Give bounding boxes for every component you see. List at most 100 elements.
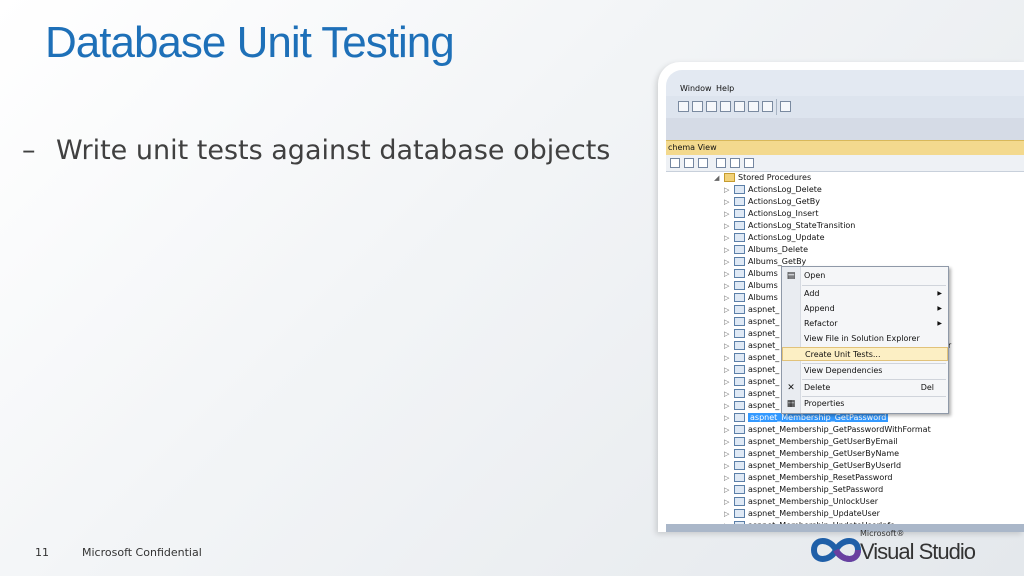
bullet-point: – Write unit tests against database objec… [22, 135, 610, 166]
tree-item[interactable]: ▷ ActionsLog_GetBy [724, 196, 820, 208]
visual-studio-brand: Visual Studio [860, 539, 976, 564]
menu-item-view-in-solution-explorer[interactable]: View File in Solution Explorer [782, 332, 948, 346]
tree-item[interactable]: ▷ aspnet_Membership_UnlockUser [724, 496, 878, 508]
new-icon[interactable] [678, 101, 689, 112]
tree-item[interactable]: ▷ aspnet_ [724, 400, 779, 412]
collapse-arrow-icon[interactable]: ▷ [724, 256, 734, 268]
menu-item-refactor[interactable]: Refactor ▶ [782, 317, 948, 331]
stored-procedure-icon [734, 269, 745, 278]
menu-help[interactable]: Help [716, 84, 734, 93]
collapse-arrow-icon[interactable]: ▷ [724, 352, 734, 364]
save-icon[interactable] [706, 101, 717, 112]
menu-separator [802, 285, 946, 286]
menu-item-view-dependencies[interactable]: View Dependencies [782, 364, 948, 378]
collapse-arrow-icon[interactable]: ▷ [724, 412, 734, 424]
collapse-arrow-icon[interactable]: ▷ [724, 280, 734, 292]
collapse-arrow-icon[interactable]: ▷ [724, 460, 734, 472]
collapse-arrow-icon[interactable]: ▷ [724, 244, 734, 256]
open-icon[interactable] [692, 101, 703, 112]
infinity-accent [833, 548, 861, 562]
properties-icon[interactable] [684, 158, 694, 168]
tree-item[interactable]: ▷ aspnet_Membership_UpdateUser [724, 508, 880, 520]
menu-window[interactable]: Window [680, 84, 712, 93]
tree-item[interactable]: ▷ aspnet_Membership_GetUserByUserId [724, 460, 901, 472]
collapse-arrow-icon[interactable]: ▷ [724, 292, 734, 304]
copy-icon[interactable] [748, 101, 759, 112]
menu-item-properties[interactable]: ▦ Properties [782, 397, 948, 411]
stored-procedure-icon [734, 389, 745, 398]
collapse-arrow-icon[interactable]: ▷ [724, 508, 734, 520]
tree-item[interactable]: ▷ ActionsLog_StateTransition [724, 220, 855, 232]
tree-item[interactable]: ▷ Albums [724, 292, 778, 304]
tree-item[interactable]: ▷ aspnet_Membership_GetUserByName [724, 448, 899, 460]
refresh-icon[interactable] [670, 158, 680, 168]
tree-item[interactable]: ▷ aspnet_ [724, 376, 779, 388]
stored-procedure-icon [734, 233, 745, 242]
undo-icon[interactable] [780, 101, 791, 112]
cut-icon[interactable] [734, 101, 745, 112]
tree-item[interactable]: ▷ aspnet_Membership_SetPassword [724, 484, 883, 496]
tree-item[interactable]: ▷ aspnet_ [724, 304, 779, 316]
collapse-arrow-icon[interactable]: ▷ [724, 400, 734, 412]
stored-procedure-icon [734, 509, 745, 518]
stored-procedure-icon [734, 221, 745, 230]
properties-icon: ▦ [786, 399, 796, 409]
delete-shortcut: Del [920, 383, 934, 392]
collapse-arrow-icon[interactable]: ▷ [724, 472, 734, 484]
tree-item[interactable]: ▷ ActionsLog_Delete [724, 184, 822, 196]
bullet-text: Write unit tests against database object… [56, 135, 611, 166]
delete-x-icon: ✕ [787, 383, 795, 393]
menu-item-create-unit-tests[interactable]: Create Unit Tests... [782, 347, 948, 361]
collapse-arrow-icon[interactable]: ▷ [724, 424, 734, 436]
tree-item[interactable]: ▷ Albums [724, 268, 778, 280]
tree-item[interactable]: ▷ aspnet_ [724, 328, 779, 340]
collapse-arrow-icon[interactable]: ▷ [724, 496, 734, 508]
sort-icon[interactable] [698, 158, 708, 168]
tree-item[interactable]: ▷ aspnet_ [724, 352, 779, 364]
tree-item[interactable]: ▷ aspnet_ [724, 340, 779, 352]
tree-item[interactable]: ▷ aspnet_ [724, 364, 779, 376]
filter-icon[interactable] [716, 158, 726, 168]
collapse-arrow-icon[interactable]: ▷ [724, 196, 734, 208]
tree-item[interactable]: ▷ aspnet_Membership_GetUserByEmail [724, 436, 898, 448]
collapse-arrow-icon[interactable]: ▷ [724, 436, 734, 448]
menu-item-delete[interactable]: ✕ Delete Del [782, 381, 948, 395]
collapse-arrow-icon[interactable]: ▷ [724, 388, 734, 400]
tree-item[interactable]: ▷ aspnet_Membership_GetPasswordWithFormat [724, 424, 931, 436]
collapse-arrow-icon[interactable]: ▷ [724, 220, 734, 232]
collapse-arrow-icon[interactable]: ▷ [724, 328, 734, 340]
tree-item[interactable]: ▷ ActionsLog_Insert [724, 208, 818, 220]
stored-procedure-icon [734, 425, 745, 434]
settings-icon[interactable] [744, 158, 754, 168]
collapse-arrow-icon[interactable]: ▷ [724, 268, 734, 280]
stored-procedure-icon [734, 317, 745, 326]
collapse-arrow-icon[interactable]: ▷ [724, 340, 734, 352]
collapse-arrow-icon[interactable]: ▷ [724, 184, 734, 196]
expand-arrow-icon[interactable]: ◢ [714, 172, 724, 184]
microsoft-brand: Microsoft® [860, 529, 905, 538]
menu-item-append[interactable]: Append ▶ [782, 302, 948, 316]
tree-item[interactable]: ▷ aspnet_ [724, 388, 779, 400]
collapse-arrow-icon[interactable]: ▷ [724, 208, 734, 220]
collapse-arrow-icon[interactable]: ▷ [724, 232, 734, 244]
menu-item-add[interactable]: Add ▶ [782, 287, 948, 301]
collapse-arrow-icon[interactable]: ▷ [724, 448, 734, 460]
save-all-icon[interactable] [720, 101, 731, 112]
tree-item[interactable]: ▷ ActionsLog_Update [724, 232, 824, 244]
collapse-arrow-icon[interactable]: ▷ [724, 364, 734, 376]
paste-icon[interactable] [762, 101, 773, 112]
tree-item[interactable]: ▷ Albums [724, 280, 778, 292]
collapse-arrow-icon[interactable]: ▷ [724, 304, 734, 316]
tree-item[interactable]: ▷ Albums_Delete [724, 244, 808, 256]
tree-item[interactable]: ▷ aspnet_ [724, 316, 779, 328]
folder-icon [724, 173, 735, 182]
tree-folder-stored-procedures[interactable]: ◢ Stored Procedures [714, 172, 811, 184]
collapse-arrow-icon[interactable]: ▷ [724, 484, 734, 496]
collapse-arrow-icon[interactable]: ▷ [724, 316, 734, 328]
menu-item-open[interactable]: ▤ Open [782, 269, 948, 283]
collapse-icon[interactable] [730, 158, 740, 168]
tree-item[interactable]: ▷ aspnet_Membership_ResetPassword [724, 472, 892, 484]
schema-view-toolbar [666, 155, 1024, 172]
stored-procedure-icon [734, 293, 745, 302]
collapse-arrow-icon[interactable]: ▷ [724, 376, 734, 388]
